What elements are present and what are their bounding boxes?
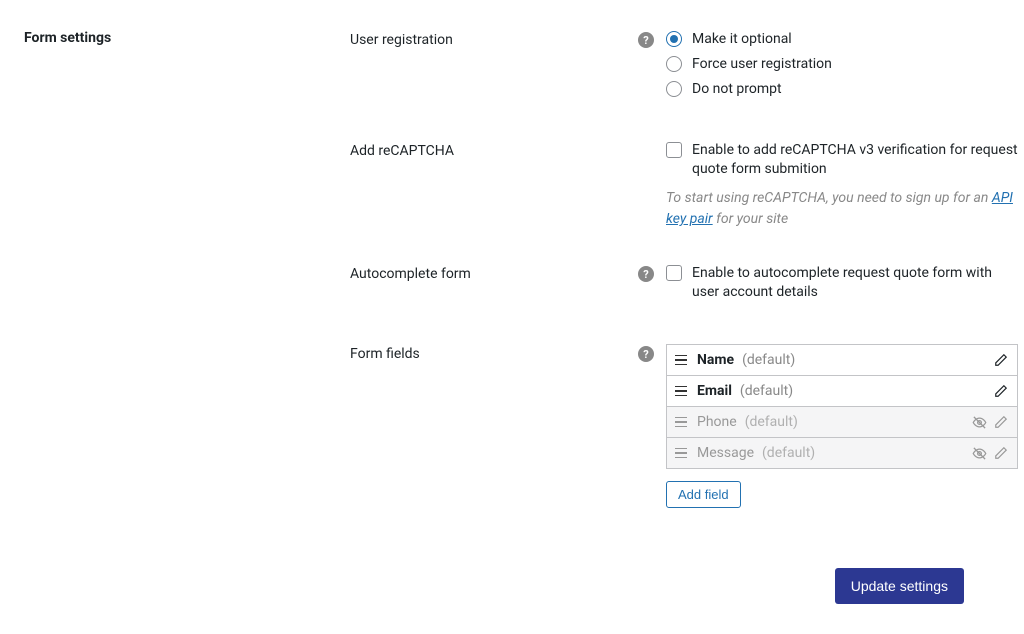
autocomplete-control: Enable to autocomplete request quote for… (666, 264, 1018, 302)
autocomplete-checkbox-label: Enable to autocomplete request quote for… (692, 264, 1018, 302)
field-name: Phone (697, 414, 737, 430)
help-icon[interactable]: ? (638, 346, 654, 362)
form-fields-label-cell: Form fields ? (350, 344, 660, 508)
drag-handle-icon[interactable] (675, 384, 689, 398)
autocomplete-label-cell: Autocomplete form ? (350, 264, 660, 302)
help-icon[interactable]: ? (638, 32, 654, 48)
checkbox-icon[interactable] (666, 265, 682, 281)
drag-handle-icon[interactable] (675, 415, 689, 429)
field-item-name[interactable]: Name (default) (666, 344, 1018, 376)
recaptcha-control: Enable to add reCAPTCHA v3 verification … (666, 141, 1018, 231)
field-default-suffix: (default) (740, 383, 793, 399)
field-name: Email (697, 383, 732, 399)
radio-label: Make it optional (692, 30, 792, 49)
recaptcha-hint-prefix: To start using reCAPTCHA, you need to si… (666, 190, 992, 206)
radio-label: Force user registration (692, 55, 832, 74)
add-field-button[interactable]: Add field (666, 481, 741, 508)
visibility-off-icon[interactable] (971, 414, 987, 430)
field-item-email[interactable]: Email (default) (666, 375, 1018, 407)
user-registration-options: Make it optional Force user registration… (666, 30, 1018, 99)
field-name: Message (697, 445, 754, 461)
field-default-suffix: (default) (745, 414, 798, 430)
field-item-phone[interactable]: Phone (default) (666, 406, 1018, 438)
radio-icon[interactable] (666, 81, 682, 97)
form-fields-list: Name (default) Email (default) (666, 344, 1018, 469)
edit-icon[interactable] (993, 383, 1009, 399)
field-name: Name (697, 352, 734, 368)
radio-optional[interactable]: Make it optional (666, 30, 1018, 49)
recaptcha-checkbox-label: Enable to add reCAPTCHA v3 verification … (692, 141, 1018, 179)
visibility-off-icon[interactable] (971, 445, 987, 461)
autocomplete-checkbox-row[interactable]: Enable to autocomplete request quote for… (666, 264, 1018, 302)
user-registration-label-cell: User registration ? (350, 30, 660, 99)
edit-icon[interactable] (993, 445, 1009, 461)
field-item-message[interactable]: Message (default) (666, 437, 1018, 469)
recaptcha-hint: To start using reCAPTCHA, you need to si… (666, 188, 1018, 230)
checkbox-icon[interactable] (666, 142, 682, 158)
section-title: Form settings (24, 30, 344, 99)
help-icon[interactable]: ? (638, 266, 654, 282)
radio-force[interactable]: Force user registration (666, 55, 1018, 74)
radio-icon[interactable] (666, 56, 682, 72)
autocomplete-label: Autocomplete form (350, 265, 471, 282)
radio-none[interactable]: Do not prompt (666, 80, 1018, 99)
drag-handle-icon[interactable] (675, 353, 689, 367)
field-default-suffix: (default) (762, 445, 815, 461)
form-fields-label: Form fields (350, 345, 420, 362)
recaptcha-label-cell: Add reCAPTCHA (350, 141, 660, 231)
user-registration-label: User registration (350, 31, 453, 48)
radio-icon[interactable] (666, 31, 682, 47)
field-default-suffix: (default) (742, 352, 795, 368)
form-fields-control: Name (default) Email (default) (666, 344, 1018, 508)
radio-label: Do not prompt (692, 80, 782, 99)
edit-icon[interactable] (993, 352, 1009, 368)
edit-icon[interactable] (993, 414, 1009, 430)
drag-handle-icon[interactable] (675, 446, 689, 460)
recaptcha-hint-suffix: for your site (713, 211, 789, 227)
update-settings-button[interactable]: Update settings (835, 568, 964, 604)
recaptcha-checkbox-row[interactable]: Enable to add reCAPTCHA v3 verification … (666, 141, 1018, 179)
recaptcha-label: Add reCAPTCHA (350, 142, 454, 159)
